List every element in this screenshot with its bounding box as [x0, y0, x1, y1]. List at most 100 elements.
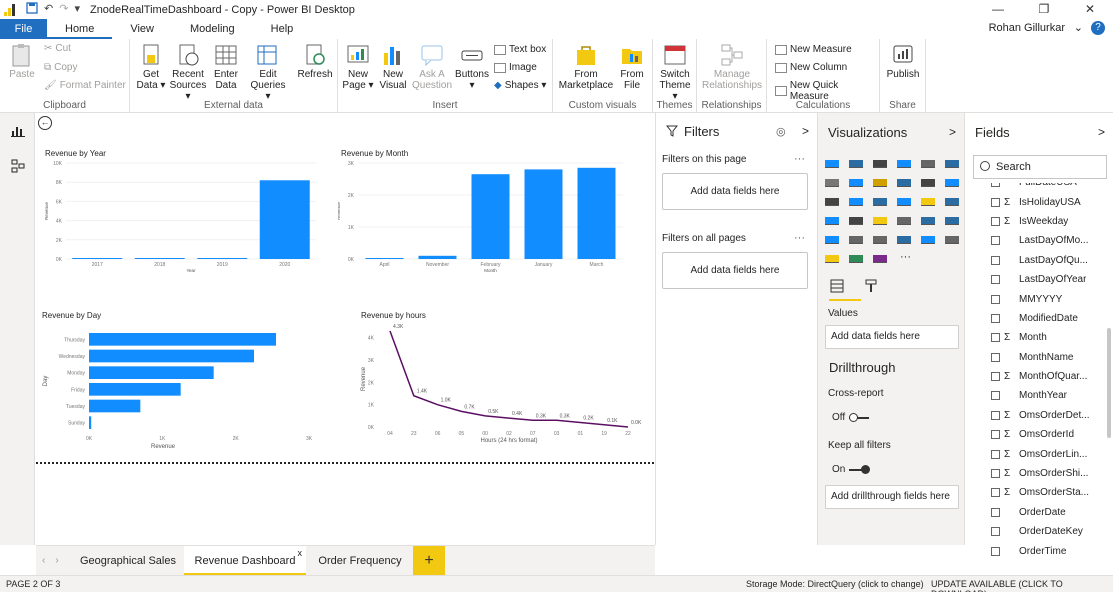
field-checkbox[interactable] [991, 410, 1000, 420]
visual-type-icon[interactable] [921, 155, 935, 168]
format-painter-button[interactable]: 🖌 Format Painter [44, 80, 126, 91]
field-checkbox[interactable] [991, 255, 1000, 265]
tab-modeling[interactable]: Modeling [172, 19, 253, 39]
visual-type-icon[interactable] [897, 193, 911, 206]
visual-type-icon[interactable] [945, 193, 959, 206]
visual-type-icon[interactable] [945, 174, 959, 187]
field-item[interactable]: FullDateUSA [991, 183, 1103, 192]
text-box-button[interactable]: Text box [494, 44, 546, 55]
filters-all-more-icon[interactable]: ··· [794, 232, 805, 244]
enter-data-button[interactable]: Enter Data [210, 43, 242, 91]
copy-button[interactable]: ⧉ Copy [44, 62, 78, 73]
field-item[interactable]: MonthYear [991, 386, 1103, 405]
tab-help[interactable]: Help [253, 19, 312, 39]
field-checkbox[interactable] [991, 216, 1000, 226]
add-page-button[interactable]: + [413, 546, 445, 576]
visual-type-icon[interactable] [873, 193, 887, 206]
image-button[interactable]: Image [494, 62, 537, 73]
field-checkbox[interactable] [991, 275, 1000, 285]
visual-type-icon[interactable] [945, 231, 959, 244]
new-measure-button[interactable]: New Measure [775, 44, 852, 55]
report-canvas[interactable]: ← Revenue by Year 0K 2K 4K 6K 8K 10K 2017 2018 2… [36, 113, 655, 545]
field-item[interactable]: LastDayOfQu... [991, 251, 1103, 270]
edit-queries-button[interactable]: Edit Queries ▾ [248, 43, 288, 102]
visual-type-icon[interactable] [825, 250, 839, 263]
eye-icon[interactable]: ◎ [776, 125, 786, 138]
field-item[interactable]: MonthName [991, 348, 1103, 367]
field-checkbox[interactable] [991, 469, 1000, 479]
field-item[interactable]: Σ OmsOrderShi... [991, 464, 1103, 483]
visual-type-icon[interactable] [825, 193, 839, 206]
from-marketplace-button[interactable]: From Marketplace [557, 43, 615, 91]
field-checkbox[interactable] [991, 333, 1000, 343]
field-item[interactable]: Σ Month [991, 328, 1103, 347]
back-arrow-icon[interactable]: ← [38, 116, 52, 130]
field-item[interactable]: Σ OmsOrderId [991, 425, 1103, 444]
visual-type-icon[interactable] [897, 212, 911, 225]
revenue-by-year-visual[interactable]: Revenue by Year 0K 2K 4K 6K 8K 10K 2017 2018 201… [42, 145, 322, 285]
visual-type-icon[interactable] [873, 174, 887, 187]
visual-type-icon[interactable] [849, 155, 863, 168]
report-view-icon[interactable] [11, 125, 25, 137]
filters-collapse-icon[interactable]: > [802, 124, 809, 138]
field-checkbox[interactable] [991, 507, 1000, 517]
file-tab[interactable]: File [0, 19, 47, 39]
user-name[interactable]: Rohan Gillurkar [989, 22, 1065, 34]
field-checkbox[interactable] [991, 430, 1000, 440]
cross-report-toggle[interactable]: Off [832, 412, 870, 423]
save-icon[interactable] [26, 2, 38, 17]
manage-relationships-button[interactable]: Manage Relationships [700, 43, 764, 91]
visual-type-icon[interactable] [849, 174, 863, 187]
drillthrough-dropzone[interactable]: Add drillthrough fields here [825, 485, 959, 509]
visualizations-collapse-icon[interactable]: > [949, 125, 956, 139]
field-checkbox[interactable] [991, 391, 1000, 401]
visual-type-icon[interactable] [873, 250, 887, 263]
refresh-button[interactable]: Refresh [296, 43, 334, 80]
visual-type-icon[interactable] [921, 193, 935, 206]
field-item[interactable]: OrderTime [991, 541, 1103, 560]
customize-qat-icon[interactable]: ▾ [74, 2, 80, 17]
new-column-button[interactable]: New Column [775, 62, 847, 73]
field-checkbox[interactable] [991, 546, 1000, 556]
revenue-by-day-visual[interactable]: Revenue by Day 0K 1K 2K 3K Thursday Wednesday… [39, 307, 329, 457]
shapes-button[interactable]: ◆ Shapes ▾ [494, 80, 546, 91]
filters-page-more-icon[interactable]: ··· [794, 153, 805, 165]
new-quick-measure-button[interactable]: New Quick Measure [775, 80, 879, 102]
page-tab-geographical-sales[interactable]: Geographical Sales [72, 546, 184, 576]
visual-type-icon[interactable] [921, 174, 935, 187]
publish-button[interactable]: Publish [883, 43, 923, 80]
restore-button[interactable]: ❐ [1021, 0, 1067, 19]
new-visual-button[interactable]: New Visual [378, 43, 408, 91]
ask-question-button[interactable]: Ask A Question [412, 43, 452, 91]
field-item[interactable]: OrderDateKey [991, 522, 1103, 541]
visual-type-icon[interactable] [897, 174, 911, 187]
page-tab-order-frequency[interactable]: Order Frequency [308, 546, 412, 576]
field-checkbox[interactable] [991, 527, 1000, 537]
field-item[interactable]: LastDayOfMo... [991, 231, 1103, 250]
tab-view[interactable]: View [112, 19, 172, 39]
model-view-icon[interactable] [11, 159, 25, 173]
format-paint-roller-icon[interactable] [864, 279, 878, 293]
visual-type-icon[interactable] [849, 212, 863, 225]
visual-type-icon[interactable] [825, 155, 839, 168]
chevron-down-icon[interactable]: ⌄ [1074, 21, 1083, 34]
revenue-by-month-visual[interactable]: Revenue by Month 0K 1K 2K 3K April November Fe… [338, 145, 628, 285]
page-nav-arrows-icon[interactable]: ‹› [42, 555, 69, 566]
visual-type-icon[interactable] [849, 250, 863, 263]
fields-search-input[interactable]: Search [973, 155, 1107, 179]
new-page-button[interactable]: New Page ▾ [342, 43, 374, 91]
field-checkbox[interactable] [991, 488, 1000, 498]
field-checkbox[interactable] [991, 183, 1000, 188]
field-checkbox[interactable] [991, 372, 1000, 382]
more-visuals-icon[interactable]: ··· [900, 251, 911, 263]
visual-type-icon[interactable] [897, 231, 911, 244]
visual-type-icon[interactable] [825, 231, 839, 244]
visual-type-icon[interactable] [873, 155, 887, 168]
get-data-button[interactable]: Get Data ▾ [134, 43, 168, 91]
field-checkbox[interactable] [991, 313, 1000, 323]
switch-theme-button[interactable]: Switch Theme ▾ [656, 43, 694, 102]
cut-button[interactable]: ✂ Cut [44, 43, 71, 54]
field-item[interactable]: Σ OmsOrderSta... [991, 483, 1103, 502]
paste-button[interactable]: Paste [8, 43, 36, 80]
update-available-link[interactable]: UPDATE AVAILABLE (CLICK TO DOWNLOAD) [931, 579, 1113, 592]
